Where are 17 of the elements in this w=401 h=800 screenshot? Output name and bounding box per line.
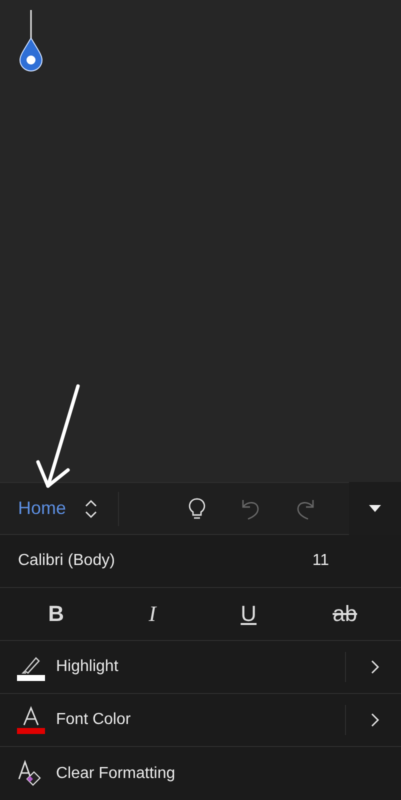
italic-button[interactable]: I (122, 599, 182, 629)
lightbulb-icon[interactable] (187, 498, 207, 520)
underline-button[interactable]: U (218, 599, 279, 629)
cursor-handle[interactable] (19, 10, 43, 72)
menu-item-label[interactable]: Clear Formatting (56, 764, 401, 782)
chevron-right-icon[interactable] (370, 713, 380, 727)
font-name[interactable]: Calibri (Body) (18, 552, 312, 570)
menu-item-label[interactable]: Font Color (56, 711, 345, 729)
bold-button[interactable]: B (26, 599, 86, 629)
caret-icon[interactable] (369, 505, 381, 512)
menu-item-label[interactable]: Highlight (56, 658, 345, 676)
home-tab[interactable]: Home (18, 498, 66, 519)
font-color-icon[interactable] (17, 706, 45, 734)
font-size[interactable]: 11 (312, 552, 329, 570)
strikethrough-button[interactable]: ab (314, 599, 375, 629)
chevron-up-down-icon[interactable] (84, 498, 98, 518)
chevron-right-icon[interactable] (370, 660, 380, 674)
